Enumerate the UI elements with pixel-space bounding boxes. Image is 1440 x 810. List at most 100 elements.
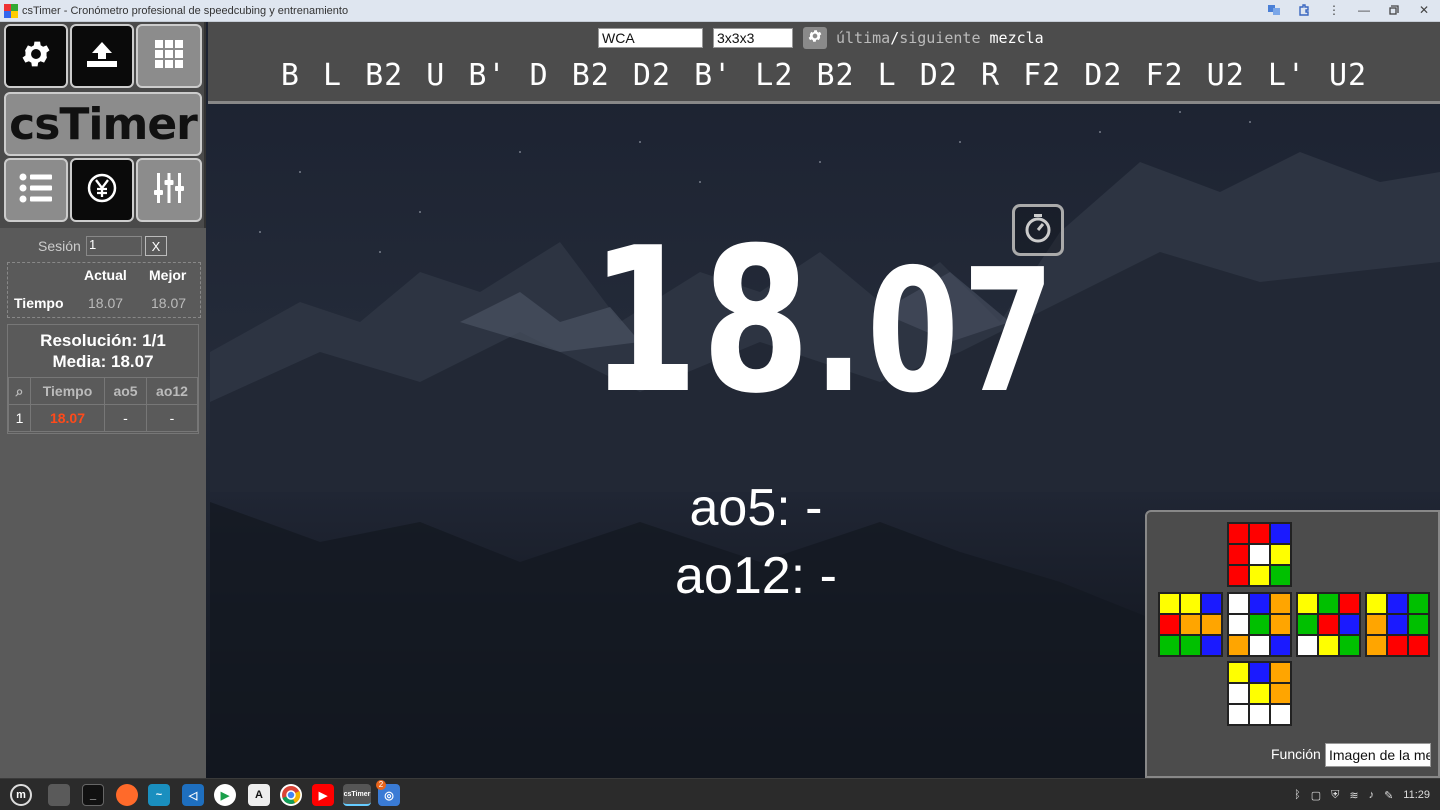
stats-list-button[interactable]: [4, 158, 68, 222]
system-monitor-icon[interactable]: ~: [148, 784, 170, 806]
menu-dots-icon[interactable]: ⋮: [1326, 2, 1342, 18]
scramble-text[interactable]: B L B2 U B' D B2 D2 B' L2 B2 L D2 R F2 D…: [208, 58, 1440, 93]
clock[interactable]: 11:29: [1403, 789, 1430, 801]
cube-sticker: [1408, 614, 1429, 635]
clipboard-icon[interactable]: ▢: [1311, 789, 1321, 802]
col-ao12-header[interactable]: ao12: [146, 377, 198, 405]
start-menu-icon[interactable]: m: [10, 784, 32, 806]
files-icon[interactable]: [48, 784, 70, 806]
cube-sticker: [1318, 614, 1339, 635]
table-header-row: ⌕ Tiempo ao5 ao12: [8, 377, 198, 405]
current-time-value[interactable]: 18.07: [88, 295, 123, 311]
session-clear-button[interactable]: X: [145, 236, 167, 256]
window-controls: ⋮ — ✕: [1266, 2, 1432, 18]
table-row: 1 18.07 - -: [8, 404, 198, 432]
scramble-image-panel: Función Imagen de la mezcla: [1145, 510, 1440, 778]
cube-sticker: [1270, 635, 1291, 656]
bluetooth-icon[interactable]: ᛒ: [1294, 789, 1301, 801]
window-title: csTimer - Cronómetro profesional de spee…: [22, 4, 349, 17]
cube-sticker: [1249, 523, 1270, 544]
cube-sticker: [1180, 593, 1201, 614]
cube-sticker: [1366, 593, 1387, 614]
cube-sticker: [1249, 565, 1270, 586]
timer-value: 18.07: [590, 212, 1058, 442]
scramble-word: mezcla: [989, 29, 1044, 47]
volume-icon[interactable]: ♪: [1369, 789, 1375, 801]
gear-icon: [807, 28, 823, 49]
extensions-icon[interactable]: [1296, 2, 1312, 18]
cube-sticker: [1297, 614, 1318, 635]
row-ao5[interactable]: -: [104, 404, 147, 432]
event-type-select[interactable]: WCA: [598, 28, 703, 48]
close-icon[interactable]: ✕: [1416, 2, 1432, 18]
vscode-icon[interactable]: ◁: [182, 784, 204, 806]
terminal-icon[interactable]: _: [82, 784, 104, 806]
row-time[interactable]: 18.07: [30, 404, 105, 432]
youtube-icon[interactable]: ▶: [312, 784, 334, 806]
cube-sticker: [1387, 593, 1408, 614]
cube-sticker: [1228, 635, 1249, 656]
minimize-icon[interactable]: —: [1356, 2, 1372, 18]
cube-sticker: [1270, 544, 1291, 565]
cube-sticker: [1201, 635, 1222, 656]
ao5-display[interactable]: ao5: -: [208, 478, 1304, 538]
cube-sticker: [1228, 704, 1249, 725]
translate-icon[interactable]: [1266, 2, 1282, 18]
donate-button[interactable]: [70, 158, 134, 222]
yen-coin-icon: [86, 172, 118, 209]
function-select[interactable]: Imagen de la mezcla: [1325, 743, 1431, 767]
cube-sticker: [1180, 614, 1201, 635]
cube-sticker: [1318, 593, 1339, 614]
cstimer-logo[interactable]: csTimer: [4, 92, 202, 156]
cube-sticker: [1297, 635, 1318, 656]
next-scramble-link[interactable]: siguiente: [899, 29, 980, 47]
play-store-icon[interactable]: ▶: [214, 784, 236, 806]
cube-sticker: [1270, 683, 1291, 704]
cube-sticker: [1339, 635, 1360, 656]
cube-sticker: [1180, 635, 1201, 656]
firefox-icon[interactable]: [116, 784, 138, 806]
settings-button[interactable]: [4, 24, 68, 88]
timer-whole: 18: [590, 205, 814, 438]
a-app-icon[interactable]: A: [248, 784, 270, 806]
window-title-bar: csTimer - Cronómetro profesional de spee…: [0, 0, 1440, 22]
search-icon[interactable]: ⌕: [8, 377, 31, 405]
shield-icon[interactable]: ⛨: [1331, 789, 1339, 802]
session-select[interactable]: 1: [86, 236, 142, 256]
col-time-header[interactable]: Tiempo: [30, 377, 105, 405]
last-scramble-link[interactable]: última: [836, 29, 890, 47]
cstimer-app-icon: [4, 3, 18, 18]
tools-grid-button[interactable]: [136, 24, 202, 88]
cube-sticker: [1228, 544, 1249, 565]
export-button[interactable]: [70, 24, 134, 88]
cube-sticker: [1201, 593, 1222, 614]
cstimer-taskbar-icon[interactable]: csTimer: [343, 784, 371, 806]
function-label: Función: [1271, 746, 1321, 762]
cube-sticker: [1318, 635, 1339, 656]
gear-icon: [19, 37, 53, 76]
stats-panel: Sesión 1 X Actual Mejor Tiempo 18.07 18.…: [0, 228, 206, 778]
row-ao12[interactable]: -: [146, 404, 198, 432]
cube-sticker: [1249, 544, 1270, 565]
best-time-value[interactable]: 18.07: [151, 295, 186, 311]
input-mode-button[interactable]: [1012, 204, 1064, 256]
chrome-icon[interactable]: [280, 784, 302, 806]
cube-sticker: [1366, 635, 1387, 656]
cube-sticker: [1249, 614, 1270, 635]
cube-sticker: [1249, 593, 1270, 614]
wifi-icon[interactable]: ≋: [1349, 789, 1358, 802]
cube-sticker: [1159, 635, 1180, 656]
options-button[interactable]: [136, 158, 202, 222]
cube-sticker: [1249, 683, 1270, 704]
cube-sticker: [1339, 614, 1360, 635]
maximize-icon[interactable]: [1386, 2, 1402, 18]
edit-icon[interactable]: ✎: [1384, 789, 1393, 802]
puzzle-select[interactable]: 3x3x3: [713, 28, 793, 48]
cube-sticker: [1249, 635, 1270, 656]
cube-sticker: [1387, 614, 1408, 635]
sliders-icon: [154, 172, 184, 209]
ao12-display[interactable]: ao12: -: [208, 546, 1304, 606]
timer-display[interactable]: 18.07: [208, 212, 1440, 442]
col-ao5-header[interactable]: ao5: [104, 377, 147, 405]
scramble-settings-button[interactable]: [803, 27, 827, 49]
